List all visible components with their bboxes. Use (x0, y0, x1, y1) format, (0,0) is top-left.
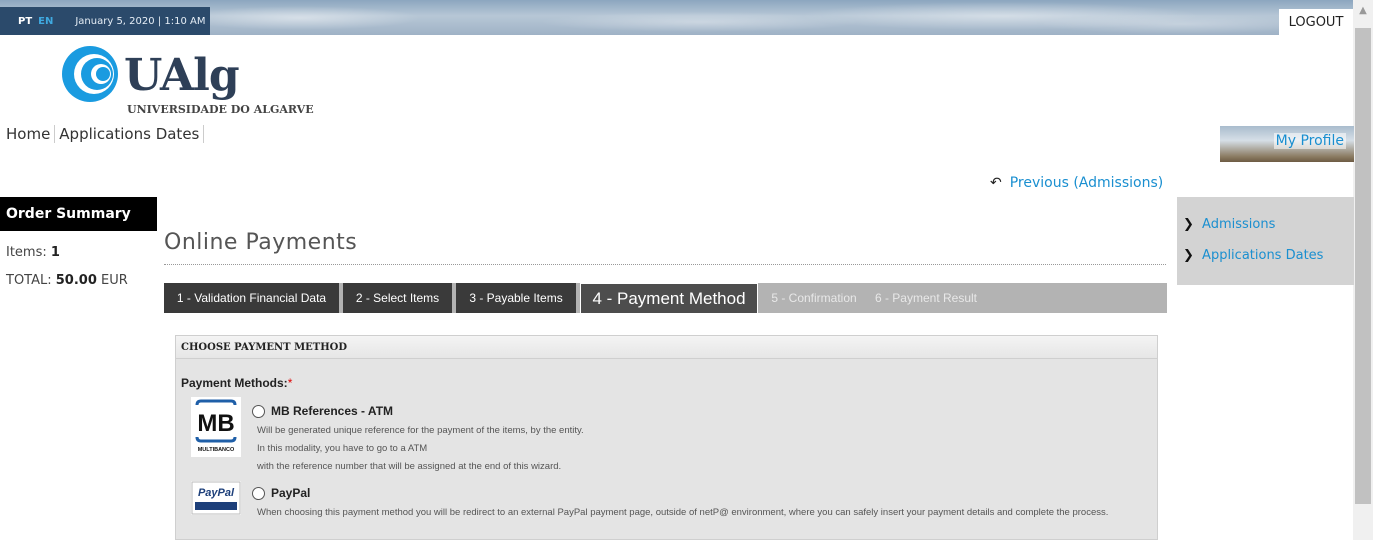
step-payment-method[interactable]: 4 - Payment Method (580, 283, 758, 313)
total-value: 50.00 (55, 273, 97, 288)
right-sidebar: ❯ Admissions ❯ Applications Dates (1177, 197, 1354, 285)
step-validation-financial-data[interactable]: 1 - Validation Financial Data (164, 283, 339, 313)
paypal-logo-icon: PayPal (191, 481, 241, 515)
mb-description-line: Will be generated unique reference for t… (257, 425, 584, 436)
lang-en-link[interactable]: EN (38, 16, 53, 27)
mb-references-radio[interactable] (252, 404, 265, 418)
step-payable-items[interactable]: 3 - Payable Items (456, 283, 576, 313)
order-total: TOTAL: 50.00 EUR (6, 273, 128, 288)
sidebar-item-label: Applications Dates (1202, 248, 1324, 263)
chevron-right-icon: ❯ (1183, 217, 1194, 232)
logo-wordmark: UAlg (124, 50, 240, 101)
order-summary-title: Order Summary (0, 197, 157, 231)
payment-method-panel: CHOOSE PAYMENT METHOD Payment Methods:* … (175, 335, 1158, 540)
total-label: TOTAL: (6, 273, 52, 288)
top-banner: PT EN January 5, 2020 | 1:10 AM LOGOUT (0, 0, 1353, 35)
chevron-right-icon: ❯ (1183, 248, 1194, 263)
items-label: Items: (6, 245, 47, 260)
panel-header: CHOOSE PAYMENT METHOD (176, 336, 1157, 359)
paypal-logo-text: PayPal (198, 487, 235, 499)
previous-admissions-link[interactable]: ↶ Previous (Admissions) (990, 175, 1163, 191)
step-confirmation: 5 - Confirmation (771, 291, 857, 305)
scroll-up-arrow-icon[interactable]: ▲ (1357, 6, 1369, 16)
nav-applications-dates[interactable]: Applications Dates (55, 125, 205, 143)
mb-logo-subtext: MULTIBANCO (198, 447, 235, 453)
scroll-thumb[interactable] (1355, 28, 1371, 504)
multibanco-logo-icon: MB MULTIBANCO (191, 397, 241, 457)
items-value: 1 (50, 245, 60, 260)
paypal-radio[interactable] (252, 486, 265, 500)
logout-button[interactable]: LOGOUT (1279, 9, 1353, 35)
wizard-steps: 1 - Validation Financial Data 2 - Select… (164, 283, 1167, 313)
ualg-logo-icon (62, 46, 118, 102)
mb-description-line: In this modality, you have to go to a AT… (257, 443, 428, 454)
required-mark: * (287, 376, 293, 390)
current-datetime: January 5, 2020 | 1:10 AM (75, 15, 206, 27)
payment-methods-text: Payment Methods: (181, 376, 288, 390)
previous-link-label: Previous (Admissions) (1009, 175, 1164, 191)
logo-subtitle: UNIVERSIDADE DO ALGARVE (127, 103, 314, 116)
order-items-count: Items: 1 (6, 245, 60, 260)
page-title: Online Payments (164, 230, 358, 255)
step-select-items[interactable]: 2 - Select Items (343, 283, 452, 313)
step-payment-result: 6 - Payment Result (874, 291, 978, 305)
paypal-title: PayPal (271, 486, 311, 500)
mb-references-title: MB References - ATM (271, 404, 394, 418)
my-profile-banner[interactable]: My Profile (1220, 126, 1354, 162)
page-scrollbar[interactable]: ▲ (1353, 0, 1373, 540)
paypal-option[interactable]: PayPal (252, 486, 310, 500)
language-datetime-bar: PT EN January 5, 2020 | 1:10 AM (0, 7, 210, 35)
total-currency: EUR (101, 273, 128, 288)
sidebar-item-applications-dates[interactable]: ❯ Applications Dates (1183, 248, 1323, 263)
sidebar-item-label: Admissions (1202, 217, 1276, 232)
my-profile-link[interactable]: My Profile (1273, 133, 1346, 149)
paypal-description: When choosing this payment method you wi… (257, 507, 1109, 518)
mb-references-option[interactable]: MB References - ATM (252, 404, 393, 418)
main-nav: Home Applications Dates (6, 125, 205, 143)
mb-logo-text: MB (197, 410, 234, 437)
ualg-logo[interactable]: UAlg UNIVERSIDADE DO ALGARVE (60, 44, 314, 116)
back-arrow-icon: ↶ (990, 175, 1002, 191)
sidebar-item-admissions[interactable]: ❯ Admissions (1183, 217, 1275, 232)
title-divider (164, 264, 1166, 265)
lang-pt-link[interactable]: PT (18, 16, 32, 27)
mb-description-line: with the reference number that will be a… (257, 461, 562, 472)
payment-methods-label: Payment Methods:* (181, 376, 292, 390)
nav-home[interactable]: Home (6, 125, 56, 143)
